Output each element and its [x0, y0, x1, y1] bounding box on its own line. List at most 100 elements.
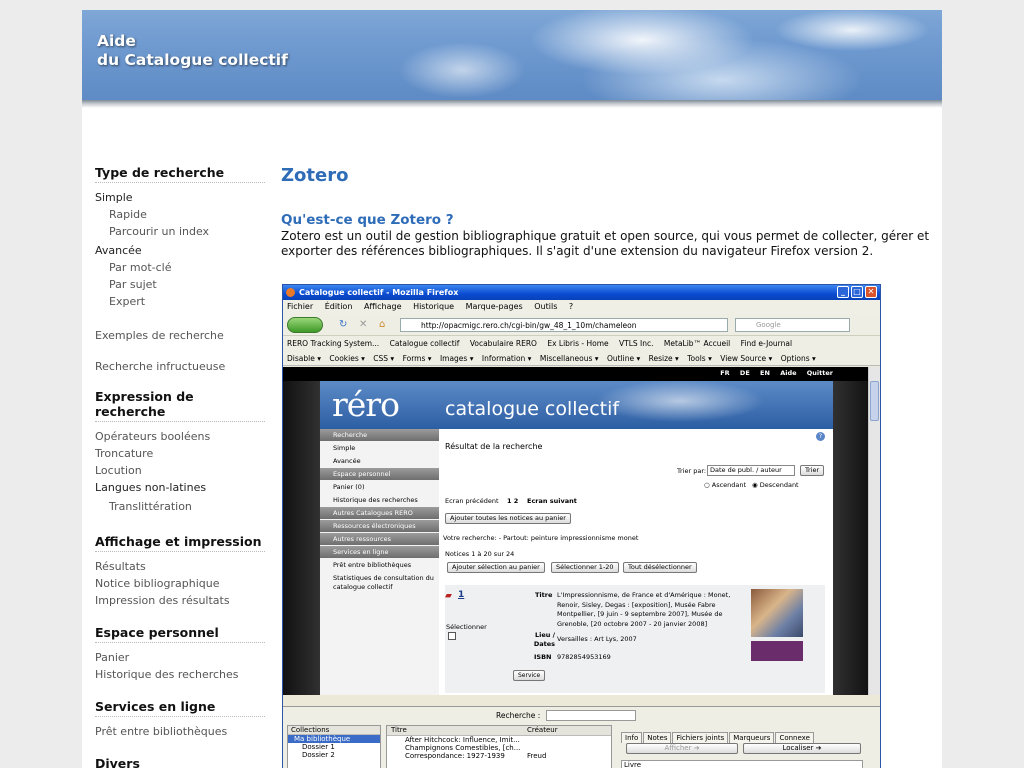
menu-edition: Édition [324, 302, 353, 311]
rero-side-heading: Ressources électroniques [320, 520, 439, 532]
sidebar-link-troncature[interactable]: Troncature [95, 445, 265, 462]
rero-side-heading: Autres ressources [320, 533, 439, 545]
site-title[interactable]: Aide du Catalogue collectif [97, 32, 288, 70]
service-button: Service [513, 670, 546, 681]
devbar-item: Images ▾ [439, 354, 474, 363]
item-row: After Hitchcock: Influence, Imit... [405, 736, 520, 744]
isbn-label: ISBN [534, 653, 552, 661]
rero-link: DE [739, 369, 750, 377]
deselect-button: Tout désélectionner [623, 562, 697, 573]
rero-result-title: Résultat de la recherche [445, 442, 543, 451]
devbar-item: Information ▾ [481, 354, 532, 363]
sidebar-heading-affichage: Affichage et impression [95, 534, 265, 552]
item-creator: Freud [527, 752, 547, 760]
sidebar-link-par-mot-cle[interactable]: Par mot-clé [95, 259, 265, 276]
browser-navbar: ↻ ✕ ⌂ http://opacmigc.rero.ch/cgi-bin/gw… [283, 314, 880, 336]
ascending-radio: ○ Ascendant [704, 481, 747, 489]
result-number: 1 [458, 590, 465, 600]
sidebar-link-infructueuse[interactable]: Recherche infructueuse [95, 358, 265, 375]
sidebar-link-locution[interactable]: Locution [95, 462, 265, 479]
localiser-button: Localiser ➔ [743, 743, 861, 754]
sidebar-link-avancee[interactable]: Avancée [95, 242, 265, 259]
rero-side-heading: Recherche [320, 429, 439, 441]
add-all-button: Ajouter toutes les notices au panier [445, 513, 571, 524]
main-content: Zotero Qu'est-ce que Zotero ? Zotero est… [281, 165, 931, 258]
back-forward-icon [287, 317, 323, 333]
zotero-pane: Recherche : Collections Ma bibliothèque … [283, 706, 880, 768]
zotero-collections: Collections Ma bibliothèque Dossier 1 Do… [287, 725, 381, 768]
rero-logo: réro [332, 385, 400, 424]
sidebar-link-impression[interactable]: Impression des résultats [95, 592, 265, 609]
select-label: Sélectionner [446, 623, 487, 631]
result-item: ▰ 1 Sélectionner Titre L'Impressionnisme… [445, 585, 825, 693]
zotero-tabs: Info Notes Fichiers joints Marqueurs Connexe [621, 725, 871, 744]
rero-side-heading: Espace personnel [320, 468, 439, 480]
zotero-search-input [546, 710, 636, 721]
devbar-item: View Source ▾ [720, 354, 773, 363]
sidebar-link-pret[interactable]: Prêt entre bibliothèques [95, 723, 265, 740]
menu-affichage: Affichage [363, 302, 402, 311]
sidebar-link-expert[interactable]: Expert [95, 293, 265, 310]
book-icon: ▰ [445, 591, 452, 601]
bookmark-item: Vocabulaire RERO [469, 339, 537, 348]
item-row: Champignons Comestibles, [ch... [405, 744, 521, 752]
collection-item: Dossier 2 [302, 751, 335, 759]
rero-side-item: Statistiques de consultation du catalogu… [333, 574, 434, 591]
devbar-item: Cookies ▾ [329, 354, 365, 363]
sidebar-link-notice[interactable]: Notice bibliographique [95, 575, 265, 592]
rero-results: ? Résultat de la recherche Trier par: Da… [439, 429, 833, 695]
help-icon: ? [816, 432, 825, 441]
zotero-toolbar: Recherche : [283, 707, 880, 724]
browser-menubar: Fichier Édition Affichage Historique Mar… [283, 300, 880, 314]
rero-side-item: Prêt entre bibliothèques [333, 561, 412, 569]
bookmark-item: Catalogue collectif [389, 339, 460, 348]
next-screen: Ecran suivant [527, 497, 577, 505]
devbar-item: Resize ▾ [648, 354, 679, 363]
sidebar-link-panier[interactable]: Panier [95, 649, 265, 666]
devbar-item: Forms ▾ [402, 354, 432, 363]
sidebar-link-simple[interactable]: Simple [95, 189, 265, 206]
rero-side-item: Avancée [333, 457, 361, 465]
bookmark-item: RERO Tracking System... [287, 339, 380, 348]
maximize-icon: □ [851, 286, 863, 298]
bookmark-item: Find e-Journal [740, 339, 793, 348]
lieu-label: Lieu / Dates [533, 631, 555, 648]
zotero-items: Titre Créateur After Hitchcock: Influenc… [386, 725, 612, 768]
menu-outils: Outils [534, 302, 558, 311]
devbar-item: Miscellaneous ▾ [539, 354, 599, 363]
sidebar-link-exemples[interactable]: Exemples de recherche [95, 327, 265, 344]
devbar-item: Options ▾ [780, 354, 816, 363]
banner-shadow [82, 100, 942, 108]
rero-side-item: Historique des recherches [333, 496, 418, 504]
prev-screen: Ecran précédent [445, 497, 499, 505]
isbn-value: 9782854953169 [557, 653, 611, 661]
lieu-value: Versailles : Art Lys, 2007 [557, 635, 637, 643]
sidebar-link-rapide[interactable]: Rapide [95, 206, 265, 223]
bookmark-item: MetaLib™ Accueil [663, 339, 731, 348]
items-header-creator: Créateur [527, 726, 558, 734]
bookmark-item: VTLS Inc. [619, 339, 654, 348]
sidebar-heading-espace: Espace personnel [95, 625, 265, 643]
bookmark-item: Ex Libris - Home [547, 339, 609, 348]
sidebar-link-translitteration[interactable]: Translittération [95, 498, 265, 515]
rero-link: FR [720, 369, 730, 377]
sidebar-link-langues[interactable]: Langues non-latines [95, 479, 265, 496]
items-header: Titre Créateur [387, 726, 611, 736]
sort-select: Date de publ. / auteur [707, 465, 795, 476]
tab-attachments: Fichiers joints [672, 732, 729, 743]
sidebar-link-resultats[interactable]: Résultats [95, 558, 265, 575]
tab-notes: Notes [643, 732, 672, 743]
tab-related: Connexe [775, 732, 814, 743]
tab-info: Info [621, 732, 643, 743]
afficher-button: Afficher ➔ [626, 743, 738, 754]
collection-item: Dossier 1 [302, 743, 335, 751]
sidebar-link-par-sujet[interactable]: Par sujet [95, 276, 265, 293]
sidebar-link-historique[interactable]: Historique des recherches [95, 666, 265, 683]
book-cover-image [751, 589, 803, 637]
rero-link: EN [760, 369, 770, 377]
developer-toolbar: Disable ▾ Cookies ▾ CSS ▾ Forms ▾ Images… [283, 351, 880, 366]
sidebar-link-operateurs[interactable]: Opérateurs booléens [95, 428, 265, 445]
url-bar: http://opacmigc.rero.ch/cgi-bin/gw_48_1_… [400, 318, 728, 332]
devbar-item: Outline ▾ [606, 354, 641, 363]
sidebar-link-parcourir[interactable]: Parcourir un index [95, 223, 265, 240]
